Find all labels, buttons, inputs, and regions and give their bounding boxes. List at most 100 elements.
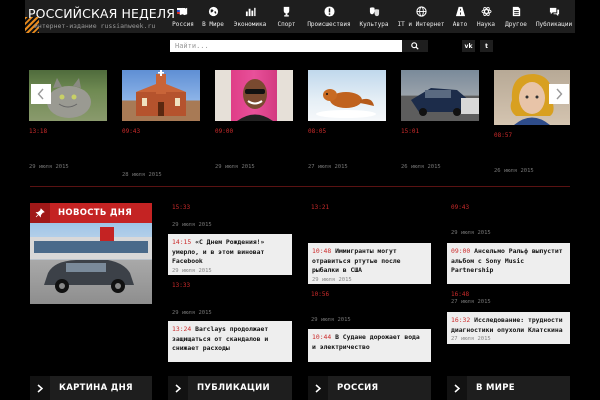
site-subtitle: интернет-издание russianweek.ru	[34, 22, 156, 30]
news-card-date: 27 июля 2015	[451, 336, 491, 342]
news-date: 29 июля 2015	[172, 310, 212, 316]
slider-thumb-church	[122, 70, 200, 121]
slider-item[interactable]: 15:01 26 июля 2015	[401, 70, 479, 170]
news-card-date: 29 июля 2015	[312, 276, 352, 283]
main-nav: Россия В Мире Экономика Спорт Происшеств…	[170, 0, 577, 33]
slider-date: 29 июля 2015	[29, 164, 69, 170]
news-card[interactable]: 14:15 «С Днем Рождения!» умерло, и в это…	[168, 234, 292, 275]
section-title: КАРТИНА ДНЯ	[59, 383, 133, 393]
slider-item[interactable]: 09:43 28 июля 2015	[122, 70, 200, 178]
chevron-right-icon	[556, 88, 563, 100]
slider-next-button[interactable]	[549, 84, 569, 104]
chevron-right-icon	[30, 376, 50, 400]
nav-item-world[interactable]: В Мире	[196, 0, 230, 33]
russia-icon	[179, 7, 187, 16]
news-card[interactable]: 10:44 В Судане дорожает вода и электриче…	[308, 329, 431, 362]
news-card-time: 14:15	[172, 238, 192, 246]
twitter-icon: t	[485, 42, 488, 50]
news-card-date: 29 июля 2015	[172, 267, 212, 274]
news-date: 29 июля 2015	[172, 222, 212, 228]
vk-button[interactable]: vk	[462, 40, 475, 52]
nav-item-science[interactable]: Наука	[471, 0, 501, 33]
news-card-time: 16:32	[451, 316, 471, 324]
slider-prev-button[interactable]	[31, 84, 51, 104]
site-header: РОССИЙСКАЯ НЕДЕЛЯ интернет-издание russi…	[25, 0, 575, 33]
news-card-time: 10:48	[312, 247, 332, 255]
document-icon	[512, 6, 520, 17]
nav-item-russia[interactable]: Россия	[170, 0, 196, 33]
section-title: В МИРЕ	[476, 383, 515, 393]
news-of-day-title: НОВОСТЬ ДНЯ	[58, 208, 133, 218]
section-divider	[30, 186, 570, 187]
chat-icon	[549, 7, 559, 17]
news-time: 13:21	[311, 204, 330, 211]
news-card[interactable]: 13:24 Barclays продолжает защищаться от …	[168, 321, 292, 362]
vk-icon: vk	[464, 42, 473, 50]
pin-icon	[30, 203, 50, 223]
chevron-right-icon	[168, 376, 188, 400]
nav-item-culture[interactable]: Культура	[355, 0, 393, 33]
slider-date: 28 июля 2015	[122, 172, 162, 178]
search-icon	[411, 42, 419, 50]
slider-time: 13:18	[29, 128, 48, 135]
slider-time: 08:57	[494, 132, 513, 139]
slider-date: 29 июля 2015	[215, 164, 255, 170]
slider-thumb-singer	[215, 70, 293, 121]
globe-icon	[415, 6, 427, 17]
news-card[interactable]: 16:32 Исследование: трудности диагностик…	[447, 312, 570, 344]
news-date: 29 июля 2015	[311, 317, 351, 323]
atom-icon	[480, 6, 492, 17]
news-of-day-image[interactable]	[30, 223, 152, 304]
slider-date: 26 июля 2015	[401, 164, 441, 170]
nav-item-other[interactable]: Другое	[501, 0, 531, 33]
section-title: РОССИЯ	[337, 383, 379, 393]
news-time: 09:43	[451, 204, 470, 211]
section-header-picture-of-day[interactable]: КАРТИНА ДНЯ	[30, 376, 152, 400]
nav-item-economy[interactable]: Экономика	[230, 0, 270, 33]
globe-icon	[208, 6, 218, 17]
nav-item-publications[interactable]: Публикации	[531, 0, 577, 33]
section-header-world[interactable]: В МИРЕ	[447, 376, 570, 400]
slider-date: 27 июля 2015	[308, 164, 348, 170]
chevron-right-icon	[308, 376, 328, 400]
slider-date: 26 июля 2015	[494, 168, 534, 174]
news-of-day-header: НОВОСТЬ ДНЯ	[30, 203, 152, 223]
chart-icon	[245, 7, 256, 17]
section-header-publications[interactable]: ПУБЛИКАЦИИ	[168, 376, 292, 400]
slider-time: 09:43	[122, 128, 141, 135]
site-logo[interactable]: РОССИЙСКАЯ НЕДЕЛЯ интернет-издание russi…	[28, 6, 186, 30]
slider-time: 08:05	[308, 128, 327, 135]
nav-item-auto[interactable]: Авто	[449, 0, 471, 33]
road-icon	[455, 6, 465, 17]
news-card-time: 09:00	[451, 247, 471, 255]
news-of-day-box[interactable]: НОВОСТЬ ДНЯ	[30, 203, 152, 304]
chevron-left-icon	[37, 88, 44, 100]
search-button[interactable]	[402, 40, 428, 52]
news-card[interactable]: 09:00 Ансельмо Ральф выпустит альбом с S…	[447, 243, 570, 284]
theater-masks-icon	[369, 7, 379, 17]
slider-item[interactable]: 08:05 27 июля 2015	[308, 70, 386, 170]
news-time: 13:33	[172, 282, 191, 289]
nav-item-incidents[interactable]: Происшествия	[303, 0, 355, 33]
news-card-time: 13:24	[172, 325, 192, 333]
slider-item[interactable]: 09:00 29 июля 2015	[215, 70, 293, 170]
slider-thumb-crash	[401, 70, 479, 121]
news-time: 16:48	[451, 291, 470, 298]
section-title: ПУБЛИКАЦИИ	[197, 383, 270, 393]
site-title: РОССИЙСКАЯ НЕДЕЛЯ	[28, 6, 176, 21]
nav-item-it[interactable]: IT и Интернет	[393, 0, 449, 33]
slider-thumb-fox	[308, 70, 386, 121]
twitter-button[interactable]: t	[480, 40, 493, 52]
chevron-right-icon	[447, 376, 467, 400]
slider-time: 09:00	[215, 128, 234, 135]
news-time: 10:56	[311, 291, 330, 298]
slider-time: 15:01	[401, 128, 420, 135]
section-header-russia[interactable]: РОССИЯ	[308, 376, 431, 400]
news-date: 29 июля 2015	[451, 230, 491, 236]
news-time: 15:33	[172, 204, 191, 211]
search-input[interactable]	[170, 40, 402, 52]
news-card[interactable]: 10:48 Иммигранты могут отравиться ртутью…	[308, 243, 431, 284]
alert-icon	[323, 6, 335, 17]
nav-item-sport[interactable]: Спорт	[270, 0, 303, 33]
news-card-time: 10:44	[312, 333, 332, 341]
